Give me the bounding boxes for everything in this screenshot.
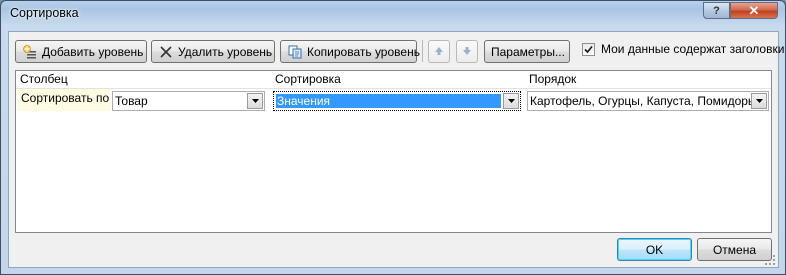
help-button[interactable]: ?	[703, 2, 730, 19]
options-button[interactable]: Параметры...	[484, 40, 570, 63]
delete-level-button[interactable]: Удалить уровень	[151, 40, 275, 63]
headers-checkbox-label: Мои данные содержат заголовки	[601, 42, 785, 56]
add-level-icon	[22, 44, 38, 60]
checkmark-icon	[584, 45, 593, 53]
delete-level-label: Удалить уровень	[178, 44, 273, 59]
toolbar-separator	[422, 40, 423, 62]
copy-level-label: Копировать уровень	[307, 44, 420, 59]
delete-x-icon	[158, 44, 174, 60]
column-header-sort-on: Сортировка	[275, 72, 341, 86]
row-label: Сортировать по	[18, 89, 110, 111]
order-select-value: Картофель, Огурцы, Капуста, Помидоры	[530, 94, 751, 108]
close-button[interactable]: ✕	[730, 2, 778, 19]
chevron-down-icon[interactable]	[503, 93, 519, 109]
title-bar[interactable]: Сортировка ? ✕	[1, 1, 785, 31]
sort-on-select[interactable]: Значения	[273, 91, 521, 111]
copy-icon	[287, 44, 303, 60]
add-level-button[interactable]: Добавить уровень	[15, 40, 147, 63]
dialog-title: Сортировка	[10, 6, 79, 20]
move-down-button[interactable]	[456, 40, 478, 63]
headers-checkbox[interactable]	[582, 42, 595, 56]
chevron-down-icon[interactable]	[247, 93, 263, 109]
arrow-down-icon	[462, 45, 472, 59]
add-level-label: Добавить уровень	[42, 44, 144, 59]
header-divider	[16, 88, 771, 89]
cancel-label: Отмена	[712, 242, 757, 257]
order-select[interactable]: Картофель, Огурцы, Капуста, Помидоры	[527, 91, 769, 111]
column-select[interactable]: Товар	[112, 91, 265, 111]
column-select-value: Товар	[115, 94, 148, 108]
resize-grip-icon[interactable]	[765, 255, 775, 265]
column-header-column: Столбец	[20, 72, 68, 86]
cancel-button[interactable]: Отмена	[697, 238, 772, 261]
ok-button[interactable]: OK	[617, 238, 692, 261]
column-header-order: Порядок	[529, 72, 577, 86]
sort-on-select-value: Значения	[276, 94, 501, 108]
chevron-down-icon[interactable]	[751, 93, 767, 109]
sort-levels-grid: Столбец Сортировка Порядок Сортировать п…	[15, 70, 772, 233]
dialog-body: Добавить уровень Удалить уровень Копиров…	[8, 31, 784, 268]
move-up-button[interactable]	[428, 40, 450, 63]
arrow-up-icon	[434, 45, 444, 59]
ok-label: OK	[645, 242, 664, 257]
headers-checkbox-row[interactable]: Мои данные содержат заголовки	[582, 42, 784, 56]
copy-level-button[interactable]: Копировать уровень	[280, 40, 420, 63]
options-label: Параметры...	[491, 44, 565, 59]
close-icon: ✕	[748, 2, 760, 18]
sort-dialog: Сортировка ? ✕ Добавить уровень Удалить …	[0, 0, 786, 275]
